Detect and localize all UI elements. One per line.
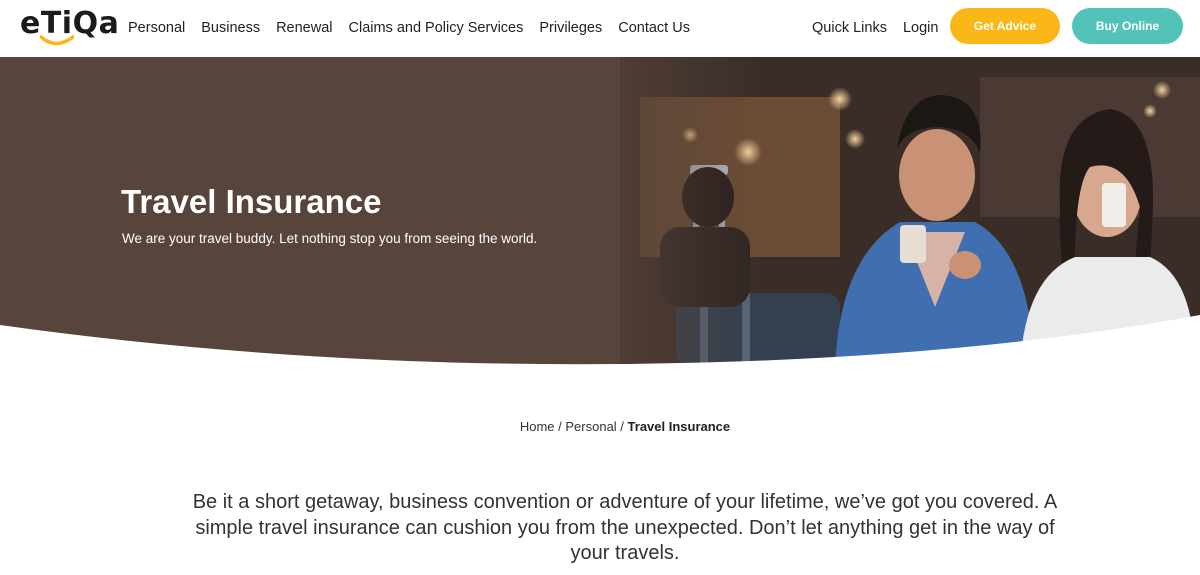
hero-banner: Travel Insurance We are your travel budd…: [0, 57, 1200, 367]
breadcrumb-personal[interactable]: Personal: [565, 419, 616, 434]
breadcrumb-home[interactable]: Home: [520, 419, 555, 434]
nav-item-contact-us[interactable]: Contact Us: [618, 20, 690, 36]
breadcrumb-separator: /: [554, 419, 566, 434]
buy-online-button[interactable]: Buy Online: [1072, 8, 1183, 44]
main-nav: Personal Business Renewal Claims and Pol…: [128, 20, 706, 36]
hero-subtitle: We are your travel buddy. Let nothing st…: [122, 231, 538, 246]
login-link[interactable]: Login: [903, 20, 938, 36]
nav-item-personal[interactable]: Personal: [128, 20, 185, 36]
nav-item-privileges[interactable]: Privileges: [539, 20, 602, 36]
nav-item-renewal[interactable]: Renewal: [276, 20, 332, 36]
get-advice-button[interactable]: Get Advice: [950, 8, 1060, 44]
intro-paragraph: Be it a short getaway, business conventi…: [192, 491, 1058, 564]
breadcrumb-current: Travel Insurance: [627, 419, 731, 434]
etiqa-logo[interactable]: eTiQa: [20, 6, 119, 46]
breadcrumb: Home / Personal / Travel Insurance: [0, 419, 1200, 434]
nav-item-claims[interactable]: Claims and Policy Services: [349, 20, 524, 36]
breadcrumb-separator: /: [616, 419, 628, 434]
logo-swoosh-icon: [40, 35, 74, 46]
site-header: eTiQa Personal Business Renewal Claims a…: [0, 0, 1200, 57]
quick-links-link[interactable]: Quick Links: [812, 20, 887, 36]
page-title: Travel Insurance: [121, 183, 382, 220]
utility-links: Quick Links Login: [812, 20, 954, 36]
nav-item-business[interactable]: Business: [201, 20, 260, 36]
